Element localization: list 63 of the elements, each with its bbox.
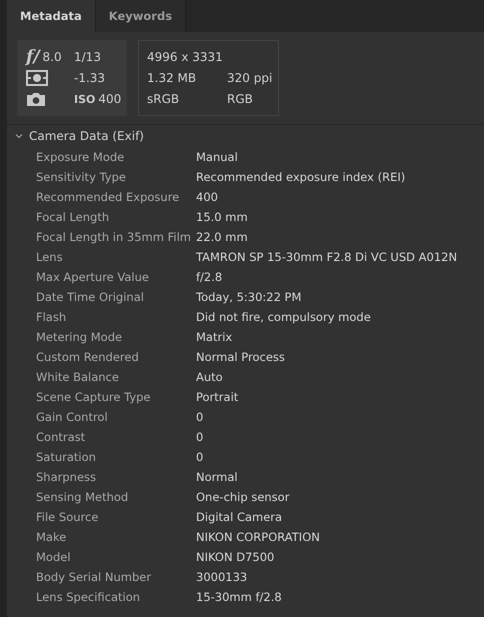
field-value: Today, 5:30:22 PM xyxy=(196,290,302,304)
field-label: Sensitivity Type xyxy=(36,170,127,184)
field-value: 0 xyxy=(196,430,204,444)
field-value: 15.0 mm xyxy=(196,210,249,224)
field-value: Portrait xyxy=(196,390,240,404)
field-value: Recommended exposure index (REI) xyxy=(196,170,406,184)
field-label: Date Time Original xyxy=(36,290,145,304)
field-label: Focal Length xyxy=(36,210,110,224)
field-label: Lens xyxy=(36,250,64,264)
field-label: Body Serial Number xyxy=(36,570,152,584)
field-value: Auto xyxy=(196,370,224,384)
field-label: Recommended Exposure xyxy=(36,190,180,204)
file-size-value: 1.32 MB xyxy=(147,70,198,87)
field-value: 400 xyxy=(196,190,219,204)
field-label: Saturation xyxy=(36,450,97,464)
field-label: Flash xyxy=(36,310,68,324)
field-value: Matrix xyxy=(196,330,234,344)
field-label: Focal Length in 35mm Film xyxy=(36,230,192,244)
field-label: White Balance xyxy=(36,370,120,384)
tab[interactable]: Metadata xyxy=(7,0,96,32)
field-value: Digital Camera xyxy=(196,510,284,524)
field-value: 15-30mm f/2.8 xyxy=(196,590,283,604)
field-label: Max Aperture Value xyxy=(36,270,150,284)
field-label: Contrast xyxy=(36,430,86,444)
iso-mark: ISO xyxy=(74,92,96,106)
field-value: Did not fire, compulsory mode xyxy=(196,310,372,324)
field-value: NIKON CORPORATION xyxy=(196,530,321,544)
field-value: Normal Process xyxy=(196,350,286,364)
dimensions-value: 4996 x 3331 xyxy=(147,49,224,66)
camera-icon xyxy=(26,92,46,106)
field-value: 3000133 xyxy=(196,570,248,584)
color-profile-value: sRGB xyxy=(147,91,180,108)
field-label: Sharpness xyxy=(36,470,98,484)
aperture-value: 8.0 xyxy=(42,50,62,64)
field-label: Make xyxy=(36,530,68,544)
field-label: Gain Control xyxy=(36,410,109,424)
field-value: 0 xyxy=(196,450,204,464)
exposure-bias-value: -1.33 xyxy=(74,70,106,87)
resolution-value: 320 ppi xyxy=(227,70,274,87)
field-label: File Source xyxy=(36,510,100,524)
section-title: Camera Data (Exif) xyxy=(29,129,144,143)
color-mode-value: RGB xyxy=(227,91,254,108)
field-value: One-chip sensor xyxy=(196,490,290,504)
field-value: 22.0 mm xyxy=(196,230,249,244)
field-label: Lens Specification xyxy=(36,590,142,604)
field-label: Model xyxy=(36,550,72,564)
shutter-value: 1/13 xyxy=(74,49,102,66)
field-value: Normal xyxy=(196,470,239,484)
chevron-icon[interactable] xyxy=(15,132,23,140)
field-label: Scene Capture Type xyxy=(36,390,152,404)
field-label: Exposure Mode xyxy=(36,150,126,164)
field-label: Sensing Method xyxy=(36,490,130,504)
aperture-mark: f/ xyxy=(26,47,40,67)
field-label: Custom Rendered xyxy=(36,350,140,364)
iso-value: 400 xyxy=(98,92,122,106)
field-label: Metering Mode xyxy=(36,330,124,344)
field-value: NIKON D7500 xyxy=(196,550,276,564)
tab[interactable]: Keywords xyxy=(96,0,186,32)
metering-icon xyxy=(26,70,48,86)
field-value: 0 xyxy=(196,410,204,424)
field-value: TAMRON SP 15-30mm F2.8 Di VC USD A012N xyxy=(196,250,458,264)
field-value: Manual xyxy=(196,150,239,164)
field-value: f/2.8 xyxy=(196,270,224,284)
